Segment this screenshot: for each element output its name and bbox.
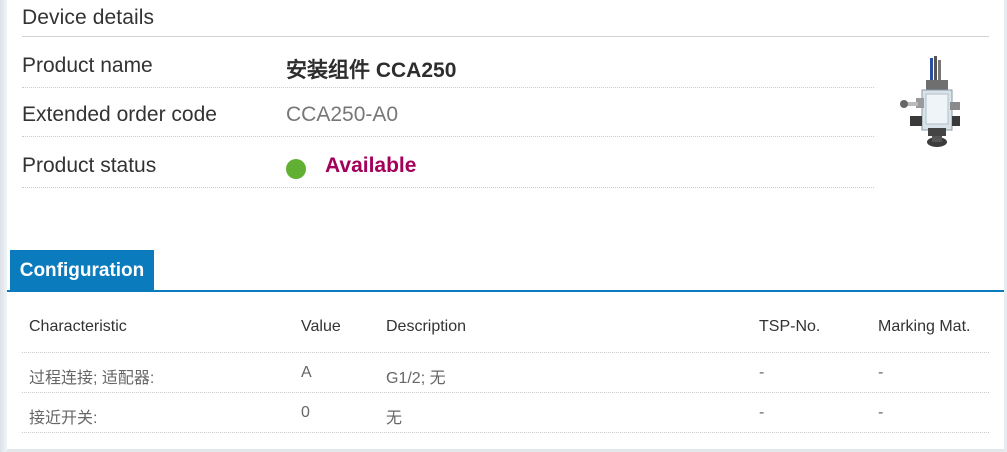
cell-marking-mat: - bbox=[878, 404, 884, 421]
device-details-title: Device details bbox=[22, 6, 155, 29]
cell-value: A bbox=[301, 364, 312, 381]
detail-row-order-code: Extended order code CCA250-A0 bbox=[22, 89, 874, 137]
title-divider bbox=[22, 36, 989, 37]
cell-characteristic: 接近开关: bbox=[29, 410, 98, 427]
product-status-label: Product status bbox=[22, 154, 157, 177]
header-marking-mat: Marking Mat. bbox=[878, 318, 971, 335]
table-row: 过程连接; 适配器: A G1/2; 无 - - bbox=[22, 353, 989, 393]
header-tsp-no: TSP-No. bbox=[759, 318, 821, 335]
table-row: 接近开关: 0 无 - - bbox=[22, 393, 989, 433]
tab-strip-underline bbox=[7, 290, 1004, 292]
product-name-value: 安装组件 CCA250 bbox=[286, 59, 457, 82]
row-divider bbox=[22, 136, 874, 137]
order-code-label: Extended order code bbox=[22, 103, 217, 126]
row-divider bbox=[22, 187, 874, 188]
sensor-assembly-icon bbox=[900, 56, 960, 147]
tab-configuration[interactable]: Configuration bbox=[10, 250, 154, 291]
header-description: Description bbox=[386, 318, 467, 335]
product-name-label: Product name bbox=[22, 54, 153, 77]
product-status-value: Available bbox=[325, 154, 417, 177]
left-edge bbox=[0, 0, 7, 452]
configuration-table: Characteristic Value Description TSP-No.… bbox=[22, 303, 989, 433]
cell-tsp-no: - bbox=[759, 404, 765, 421]
cell-description: 无 bbox=[386, 410, 403, 427]
product-image bbox=[896, 54, 962, 154]
cell-value: 0 bbox=[301, 404, 310, 421]
cell-description: G1/2; 无 bbox=[386, 370, 446, 387]
detail-row-product-status: Product status Available bbox=[22, 140, 874, 188]
table-header-row: Characteristic Value Description TSP-No.… bbox=[22, 303, 989, 353]
order-code-value: CCA250-A0 bbox=[286, 103, 399, 126]
header-value: Value bbox=[301, 318, 341, 335]
detail-row-product-name: Product name 安装组件 CCA250 bbox=[22, 40, 874, 88]
cell-characteristic: 过程连接; 适配器: bbox=[29, 370, 155, 387]
cell-tsp-no: - bbox=[759, 364, 765, 381]
status-available-icon bbox=[286, 159, 306, 179]
row-divider bbox=[22, 87, 874, 88]
cell-marking-mat: - bbox=[878, 364, 884, 381]
header-characteristic: Characteristic bbox=[29, 318, 127, 335]
